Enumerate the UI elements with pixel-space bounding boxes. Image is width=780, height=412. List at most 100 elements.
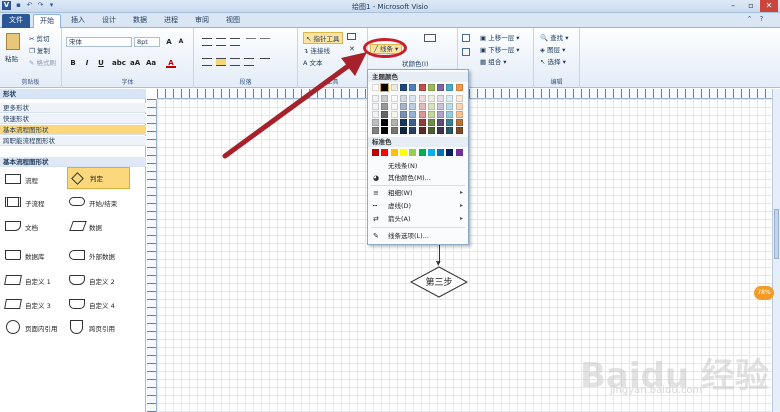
custom3-shape[interactable]: 自定义 3 [3, 295, 69, 315]
theme-color-swatch[interactable] [418, 111, 426, 118]
tab-process[interactable]: 进程 [157, 14, 185, 28]
no-line-item[interactable]: 无线条(N) [368, 160, 468, 172]
line-options-item[interactable]: ✎ 线条选项(L)... [368, 230, 468, 242]
tab-file[interactable]: 文件 [2, 14, 30, 28]
theme-color-swatch[interactable] [437, 127, 445, 134]
theme-color-swatch[interactable] [409, 103, 417, 110]
theme-color-swatch[interactable] [399, 127, 407, 134]
theme-color-swatch[interactable] [455, 119, 463, 126]
off-page-reference-shape[interactable]: 跨页引用 [67, 318, 133, 338]
document-shape[interactable]: 文档 [3, 217, 69, 237]
theme-color-swatch[interactable] [455, 84, 463, 91]
align-middle-icon[interactable] [216, 38, 226, 46]
standard-color-swatch[interactable] [437, 149, 445, 156]
theme-color-swatch[interactable] [455, 127, 463, 134]
theme-color-swatch[interactable] [409, 84, 417, 91]
theme-color-swatch[interactable] [427, 84, 435, 91]
theme-color-swatch[interactable] [437, 103, 445, 110]
external-data-shape[interactable]: 外部数据 [67, 246, 133, 266]
shrink-font-icon[interactable]: A [176, 37, 186, 47]
theme-color-swatch[interactable] [381, 119, 389, 126]
minimize-button[interactable]: – [724, 0, 742, 12]
theme-color-swatch[interactable] [418, 95, 426, 102]
standard-color-swatch[interactable] [381, 149, 389, 156]
theme-color-swatch[interactable] [409, 127, 417, 134]
align-top-icon[interactable] [202, 38, 212, 46]
theme-color-swatch[interactable] [446, 84, 454, 91]
theme-color-swatch[interactable] [409, 95, 417, 102]
theme-color-swatch[interactable] [381, 103, 389, 110]
theme-color-swatch[interactable] [427, 119, 435, 126]
quick-shapes-item[interactable]: 快速形状 [0, 114, 146, 124]
standard-color-swatch[interactable] [418, 149, 426, 156]
decision-shape[interactable]: 判定 [67, 167, 130, 189]
grow-font-icon[interactable]: A [164, 37, 174, 47]
maximize-button[interactable]: ▫ [742, 0, 760, 12]
theme-color-swatch[interactable] [437, 111, 445, 118]
theme-color-swatch[interactable] [427, 95, 435, 102]
font-size-select[interactable]: 8pt [134, 37, 160, 47]
theme-color-swatch[interactable] [446, 119, 454, 126]
data-shape[interactable]: 数据 [67, 217, 133, 237]
standard-color-swatch[interactable] [455, 149, 463, 156]
tab-review[interactable]: 审阅 [188, 14, 216, 28]
bring-forward-button[interactable]: ▣ 上移一层 ▾ [480, 32, 520, 42]
position-icon[interactable] [462, 48, 470, 56]
group-button[interactable]: ▦ 组合 ▾ [480, 56, 507, 66]
theme-color-swatch[interactable] [427, 103, 435, 110]
format-painter-button[interactable]: ✎ 格式刷 [29, 57, 56, 67]
underline-icon[interactable]: U [96, 58, 106, 68]
theme-color-swatch[interactable] [418, 119, 426, 126]
theme-color-swatch[interactable] [446, 95, 454, 102]
align-left-icon[interactable] [202, 58, 212, 66]
close-button[interactable]: ✕ [760, 0, 778, 12]
theme-color-swatch[interactable] [446, 127, 454, 134]
font-color-icon[interactable]: A [166, 58, 176, 68]
standard-color-swatch[interactable] [399, 149, 407, 156]
help-icon[interactable]: ? [757, 15, 766, 24]
align-icon[interactable] [462, 34, 470, 42]
theme-color-swatch[interactable] [381, 127, 389, 134]
vertical-scrollbar[interactable] [772, 89, 780, 412]
standard-color-swatch[interactable] [427, 149, 435, 156]
process-shape[interactable]: 流程 [3, 170, 69, 190]
copy-button[interactable]: ❐ 复制 [29, 45, 50, 55]
custom4-shape[interactable]: 自定义 4 [67, 295, 133, 315]
tab-data[interactable]: 数据 [126, 14, 154, 28]
shape-style-icon[interactable] [424, 34, 436, 42]
theme-color-swatch[interactable] [455, 103, 463, 110]
tab-home[interactable]: 开始 [33, 14, 61, 28]
strikethrough-icon[interactable]: abc [112, 58, 126, 68]
weight-item[interactable]: ≡ 粗细(W) ▸ [368, 187, 468, 199]
theme-color-swatch[interactable] [390, 111, 398, 118]
theme-color-swatch[interactable] [437, 84, 445, 91]
theme-color-swatch[interactable] [437, 95, 445, 102]
paste-button[interactable]: 粘贴 [5, 53, 18, 63]
standard-color-swatch[interactable] [446, 149, 454, 156]
theme-color-swatch[interactable] [446, 111, 454, 118]
tab-design[interactable]: 设计 [95, 14, 123, 28]
tab-insert[interactable]: 插入 [64, 14, 92, 28]
cut-button[interactable]: ✂ 剪切 [29, 33, 50, 43]
case-icon[interactable]: Aa [146, 58, 156, 68]
theme-color-swatch[interactable] [427, 111, 435, 118]
font-name-select[interactable]: 宋体 [66, 37, 132, 47]
zoom-badge[interactable]: 78% [754, 286, 774, 300]
select-button[interactable]: ↖ 选择 ▾ [540, 56, 566, 66]
theme-color-swatch[interactable] [446, 103, 454, 110]
theme-color-swatch[interactable] [390, 95, 398, 102]
italic-icon[interactable]: I [82, 58, 92, 68]
subprocess-shape[interactable]: 子流程 [3, 193, 69, 213]
theme-color-swatch[interactable] [427, 127, 435, 134]
theme-color-swatch[interactable] [390, 84, 398, 91]
theme-color-swatch[interactable] [399, 84, 407, 91]
layers-button[interactable]: ◈ 图层 ▾ [540, 44, 565, 54]
custom2-shape[interactable]: 自定义 2 [67, 271, 133, 291]
pointer-tool-button[interactable]: ↖ 指针工具 [303, 32, 343, 44]
theme-color-swatch[interactable] [409, 119, 417, 126]
cross-functional-item[interactable]: 跨职能流程图形状 [0, 136, 146, 146]
basic-flowchart-item[interactable]: 基本流程图形状 [0, 125, 146, 135]
custom1-shape[interactable]: 自定义 1 [3, 271, 69, 291]
theme-color-swatch[interactable] [399, 95, 407, 102]
send-backward-button[interactable]: ▣ 下移一层 ▾ [480, 44, 520, 54]
